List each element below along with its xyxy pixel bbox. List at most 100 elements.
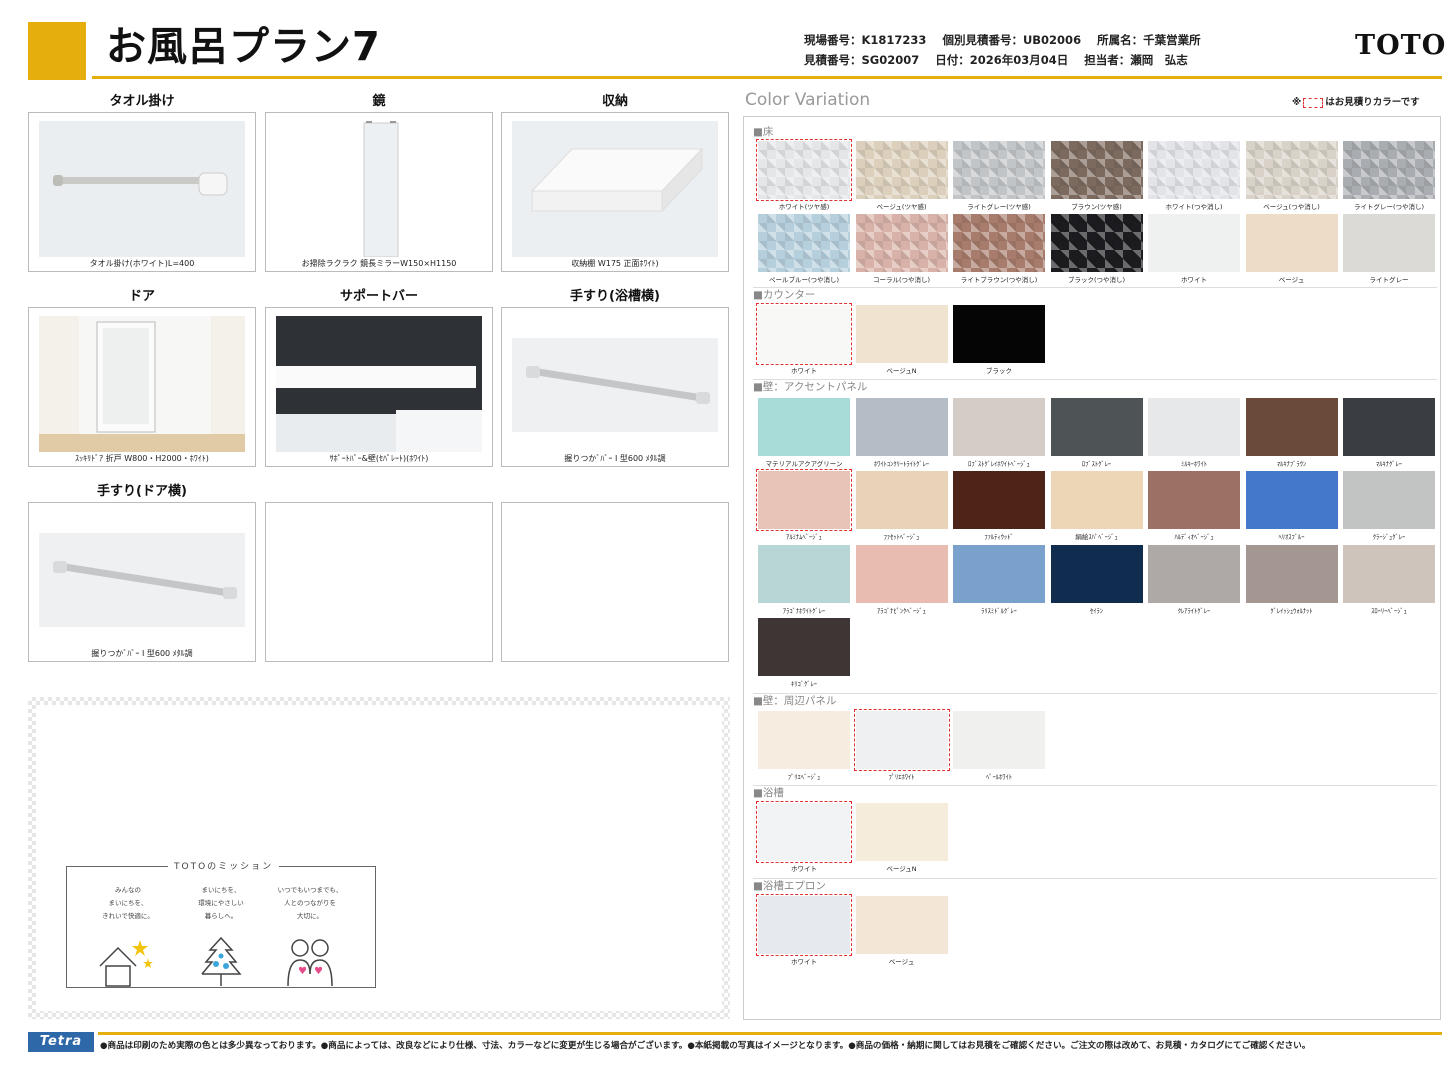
swatch-chip	[953, 398, 1045, 456]
site-number: 現場番号：K1817233	[804, 33, 927, 47]
swatch-chip	[855, 896, 948, 954]
color-swatch[interactable]: ベージュN	[855, 305, 948, 375]
color-swatch[interactable]: ﾎﾜｲﾄｺﾝｸﾘｰﾄﾗｲﾄｸﾞﾚｰ	[855, 398, 948, 468]
color-swatch[interactable]: ｸﾗｰｼﾞｭｸﾞﾚｰ	[1343, 471, 1435, 541]
footer-divider	[98, 1032, 1442, 1035]
swatch-name: ライトグレー	[1369, 276, 1409, 284]
color-swatch[interactable]: ライトグレー	[1343, 214, 1435, 284]
swatch-chip	[1343, 545, 1435, 603]
individual-estimate-number: 個別見積番号：UB02006	[942, 33, 1082, 47]
color-swatch[interactable]: ﾏﾙｷﾅﾌﾞﾗｳﾝ	[1245, 398, 1338, 468]
color-swatch[interactable]: ライトグレー(ツヤ感)	[953, 141, 1045, 211]
title-accent-block	[28, 22, 86, 80]
color-swatch[interactable]: ﾐﾙｷｰﾎﾜｲﾄ	[1148, 398, 1240, 468]
color-swatch[interactable]: ブラック	[953, 305, 1045, 375]
footer-logo: Tetra	[28, 1032, 94, 1052]
color-swatch[interactable]: ﾛﾌﾞｽﾄｸﾞﾚｰ	[1050, 398, 1143, 468]
door-icon	[39, 316, 245, 452]
swatch-name: ﾛﾌﾞｽﾄｸﾞﾚｰ	[1081, 460, 1112, 468]
color-swatch[interactable]: ｸﾚｱﾗｲﾄｸﾞﾚｰ	[1148, 545, 1240, 615]
color-swatch[interactable]: ブラック(つや消し)	[1050, 214, 1143, 284]
swatch-chip	[1148, 214, 1240, 272]
swatch-section-title: ■壁：アクセントパネル	[753, 381, 868, 393]
color-swatch[interactable]: 絹絵ｽﾊﾟﾍﾞｰｼﾞｭ	[1050, 471, 1143, 541]
swatch-name: ｾｲﾗﾝ	[1090, 607, 1103, 615]
color-swatch[interactable]: ﾌﾟﾘｴﾎﾜｲﾄ	[853, 709, 950, 781]
color-swatch[interactable]: ﾊﾙﾃﾞｨｵﾍﾞｰｼﾞｭ	[1148, 471, 1240, 541]
color-swatch[interactable]: ホワイト	[1148, 214, 1240, 284]
mission-text-2: まいにちを、 環境にやさしい 暮らしへ。	[198, 886, 244, 920]
color-swatch[interactable]: ｷﾘｺﾞｸﾞﾚｰ	[758, 618, 850, 688]
swatch-chip	[855, 803, 948, 861]
color-swatch[interactable]: ﾗﾘｽﾐﾄﾞﾙｸﾞﾚｰ	[953, 545, 1045, 615]
swatch-name: ｱﾙﾐﾅﾑﾍﾞｰｼﾞｭ	[786, 533, 822, 541]
mirror-icon	[363, 121, 399, 257]
color-swatch[interactable]: ベージュ	[1245, 214, 1338, 284]
swatch-chip	[758, 214, 850, 272]
color-swatch[interactable]: ｱﾙﾐﾅﾑﾍﾞｰｼﾞｭ	[756, 469, 852, 541]
color-swatch[interactable]: マテリアルアクアグリーン	[758, 398, 850, 468]
mission-title: TOTOのミッション	[168, 859, 280, 872]
color-swatch[interactable]: ベージュ(ツヤ感)	[855, 141, 948, 211]
swatch-name: マテリアルアクアグリーン	[765, 460, 843, 468]
color-swatch[interactable]: ペールブルー(つや消し)	[758, 214, 850, 284]
color-swatch[interactable]: ブラウン(ツヤ感)	[1050, 141, 1143, 211]
color-swatch[interactable]: ｽﾛｰﾘｰﾍﾞｰｼﾞｭ	[1343, 545, 1435, 615]
swatch-chip	[1148, 545, 1240, 603]
product-label: 握りつかﾞﾊﾞｰ I 型600 ﾒﾀﾙ調	[91, 649, 193, 658]
mission-text-3: いつでもいつまでも、 人とのつながりを 大切に。	[277, 886, 343, 920]
color-swatch[interactable]: ｱﾗｺﾞﾅﾋﾟﾝｸﾍﾞｰｼﾞｭ	[855, 545, 948, 615]
color-swatch[interactable]: ﾌﾟﾘｴﾍﾞｰｼﾞｭ	[758, 711, 850, 781]
color-swatch[interactable]: ベージュ	[855, 896, 948, 966]
product-title: 鏡	[372, 94, 386, 109]
color-swatch[interactable]: ｸﾞﾚｲｯｼｭｳｫﾙﾅｯﾄ	[1245, 545, 1338, 615]
product-box: タオル掛け(ホワイト)L=400	[28, 112, 256, 272]
product-image	[512, 316, 718, 452]
grab-bar-icon	[512, 338, 718, 432]
mission-text-1: みんなの まいにちを、 きれいで快適に。	[102, 886, 154, 920]
color-swatch[interactable]: ライトブラウン(つや消し)	[953, 214, 1045, 284]
estimate-number: 見積番号：SG02007	[804, 53, 920, 67]
color-swatch[interactable]: ライトグレー(つや消し)	[1343, 141, 1435, 211]
swatch-name: ブラック(つや消し)	[1067, 276, 1126, 284]
product-box: ｽｯｷﾘﾄﾞｱ 折戸 W800・H2000・ﾎﾜｲﾄ)	[28, 307, 256, 467]
color-swatch[interactable]: ﾏﾙｷﾅｸﾞﾚｰ	[1343, 398, 1435, 468]
product-box: 握りつかﾞﾊﾞｰ I 型600 ﾒﾀﾙ調	[501, 307, 729, 467]
product-image	[39, 316, 245, 452]
color-swatch[interactable]: ベージュN	[855, 803, 948, 873]
color-swatch[interactable]: ｾｲﾗﾝ	[1050, 545, 1143, 615]
color-swatch[interactable]: ﾍﾟｰﾙﾎﾜｲﾄ	[953, 711, 1045, 781]
color-swatch[interactable]: ﾛﾌﾞｽﾄｸﾞﾚｲﾎﾜｲﾄﾍﾞｰｼﾞｭ	[953, 398, 1045, 468]
color-swatch[interactable]: ホワイト	[756, 801, 852, 873]
swatch-chip	[758, 471, 850, 529]
color-swatch[interactable]: ｱﾗｺﾞﾅﾎﾜｲﾄｸﾞﾚｰ	[758, 545, 850, 615]
color-swatch[interactable]: ホワイト(つや消し)	[1148, 141, 1240, 211]
product-image	[39, 511, 245, 647]
section-divider	[753, 785, 1437, 786]
office-name: 所属名：千葉営業所	[1097, 33, 1201, 47]
color-swatch[interactable]: ﾌｧｾｯﾄﾍﾞｰｼﾞｭ	[855, 471, 948, 541]
color-swatch[interactable]: ﾍﾘｵｽﾌﾞﾙｰ	[1245, 471, 1338, 541]
color-swatch[interactable]: ホワイト(ツヤ感)	[756, 139, 852, 211]
swatch-chip	[758, 618, 850, 676]
swatch-name: ライトグレー(ツヤ感)	[967, 203, 1031, 211]
swatch-name: ベージュN	[886, 865, 917, 873]
note-prefix: ※	[1292, 97, 1302, 108]
swatch-chip	[1148, 141, 1240, 199]
staff-name: 担当者：瀬岡 弘志	[1084, 53, 1188, 67]
color-swatch[interactable]: ベージュ(つや消し)	[1245, 141, 1338, 211]
color-swatch[interactable]: ホワイト	[756, 894, 852, 966]
swatch-name: ﾌｧﾙﾃｨｳｯﾄﾞ	[984, 533, 1014, 541]
color-swatch[interactable]: ホワイト	[756, 303, 852, 375]
swatch-name: ホワイト	[791, 865, 817, 873]
color-swatch[interactable]: コーラル(つや消し)	[855, 214, 948, 284]
color-swatch[interactable]: ﾌｧﾙﾃｨｳｯﾄﾞ	[953, 471, 1045, 541]
section-divider	[753, 878, 1437, 879]
swatch-chip	[855, 305, 948, 363]
swatch-chip	[1050, 141, 1143, 199]
header-meta: 現場番号：K1817233 個別見積番号：UB02006 所属名：千葉営業所 見…	[804, 30, 1213, 70]
swatch-name: ｽﾛｰﾘｰﾍﾞｰｼﾞｭ	[1371, 607, 1407, 615]
brand-logo: TOTO	[1355, 30, 1447, 61]
swatch-chip	[1148, 471, 1240, 529]
swatch-name: ベージュ(つや消し)	[1263, 203, 1320, 211]
